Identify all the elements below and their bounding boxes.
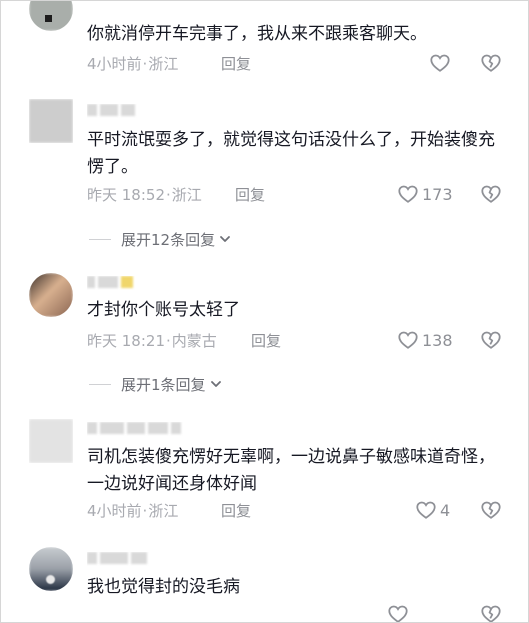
- comment-meta: 昨天 18:52·浙江: [87, 186, 202, 204]
- avatar[interactable]: [29, 1, 73, 31]
- avatar[interactable]: [29, 273, 73, 317]
- avatar[interactable]: [29, 99, 73, 143]
- broken-heart-icon[interactable]: [480, 329, 502, 351]
- chevron-down-icon: [218, 232, 232, 246]
- comment-text: 我也觉得封的没毛病: [87, 577, 240, 597]
- comment-time: 4小时前: [87, 55, 142, 73]
- like-count: 138: [422, 330, 453, 350]
- comment-meta: 4小时前·浙江: [87, 55, 179, 73]
- comment-list: 你就消停开车完事了，我从来不跟乘客聊天。 4小时前·浙江 回复 平时流氓耍多了，…: [0, 0, 529, 623]
- reply-button[interactable]: 回复: [221, 500, 251, 521]
- comment-text: 司机怎装傻充愣好无辜啊，一边说鼻子敏感味道奇怪，一边说好闻还身体好闻: [87, 447, 495, 494]
- avatar[interactable]: [29, 547, 73, 591]
- expand-replies-label: 展开12条回复: [121, 230, 216, 249]
- comment-location: 浙江: [171, 186, 202, 204]
- comment-location: 浙江: [148, 502, 179, 520]
- heart-outline-icon: [397, 329, 419, 351]
- comment-location: 浙江: [148, 55, 179, 73]
- broken-heart-icon[interactable]: [480, 52, 502, 74]
- divider-line: [89, 383, 111, 385]
- comment-text: 平时流氓耍多了，就觉得这句话没什么了，开始装傻充愣了。: [87, 130, 495, 177]
- broken-heart-icon[interactable]: [480, 183, 502, 205]
- comment-time: 4小时前: [87, 502, 142, 520]
- username-blurred: [87, 422, 184, 436]
- broken-heart-icon[interactable]: [480, 603, 502, 622]
- like-button[interactable]: 138: [397, 329, 453, 351]
- like-button[interactable]: [429, 52, 451, 74]
- avatar[interactable]: [29, 419, 73, 463]
- like-button[interactable]: 4: [415, 499, 450, 521]
- expand-replies-button[interactable]: 展开1条回复: [89, 373, 223, 395]
- expand-replies-label: 展开1条回复: [121, 375, 206, 394]
- username-blurred: [87, 276, 136, 290]
- like-button[interactable]: [387, 603, 409, 622]
- comment-location: 内蒙古: [171, 332, 217, 350]
- comment-time: 昨天 18:52: [87, 186, 165, 204]
- reply-button[interactable]: 回复: [251, 330, 281, 351]
- comment-meta: 昨天 18:21·内蒙古: [87, 332, 217, 350]
- username-blurred: [87, 552, 150, 566]
- comment-text: 你就消停开车完事了，我从来不跟乘客聊天。: [87, 24, 427, 44]
- heart-outline-icon: [397, 183, 419, 205]
- reply-button[interactable]: 回复: [221, 53, 251, 74]
- reply-button[interactable]: 回复: [235, 184, 265, 205]
- username-blurred: [87, 104, 138, 118]
- chevron-down-icon: [209, 377, 223, 391]
- heart-outline-icon: [429, 52, 451, 74]
- heart-outline-icon: [387, 603, 409, 622]
- comment-text: 才封你个账号太轻了: [87, 300, 240, 320]
- divider-line: [89, 238, 111, 240]
- comment-time: 昨天 18:21: [87, 332, 165, 350]
- like-button[interactable]: 173: [397, 183, 453, 205]
- comment-meta: 4小时前·浙江: [87, 502, 179, 520]
- like-count: 4: [440, 500, 451, 520]
- heart-outline-icon: [415, 499, 437, 521]
- broken-heart-icon[interactable]: [480, 499, 502, 521]
- like-count: 173: [422, 184, 453, 204]
- expand-replies-button[interactable]: 展开12条回复: [89, 228, 232, 250]
